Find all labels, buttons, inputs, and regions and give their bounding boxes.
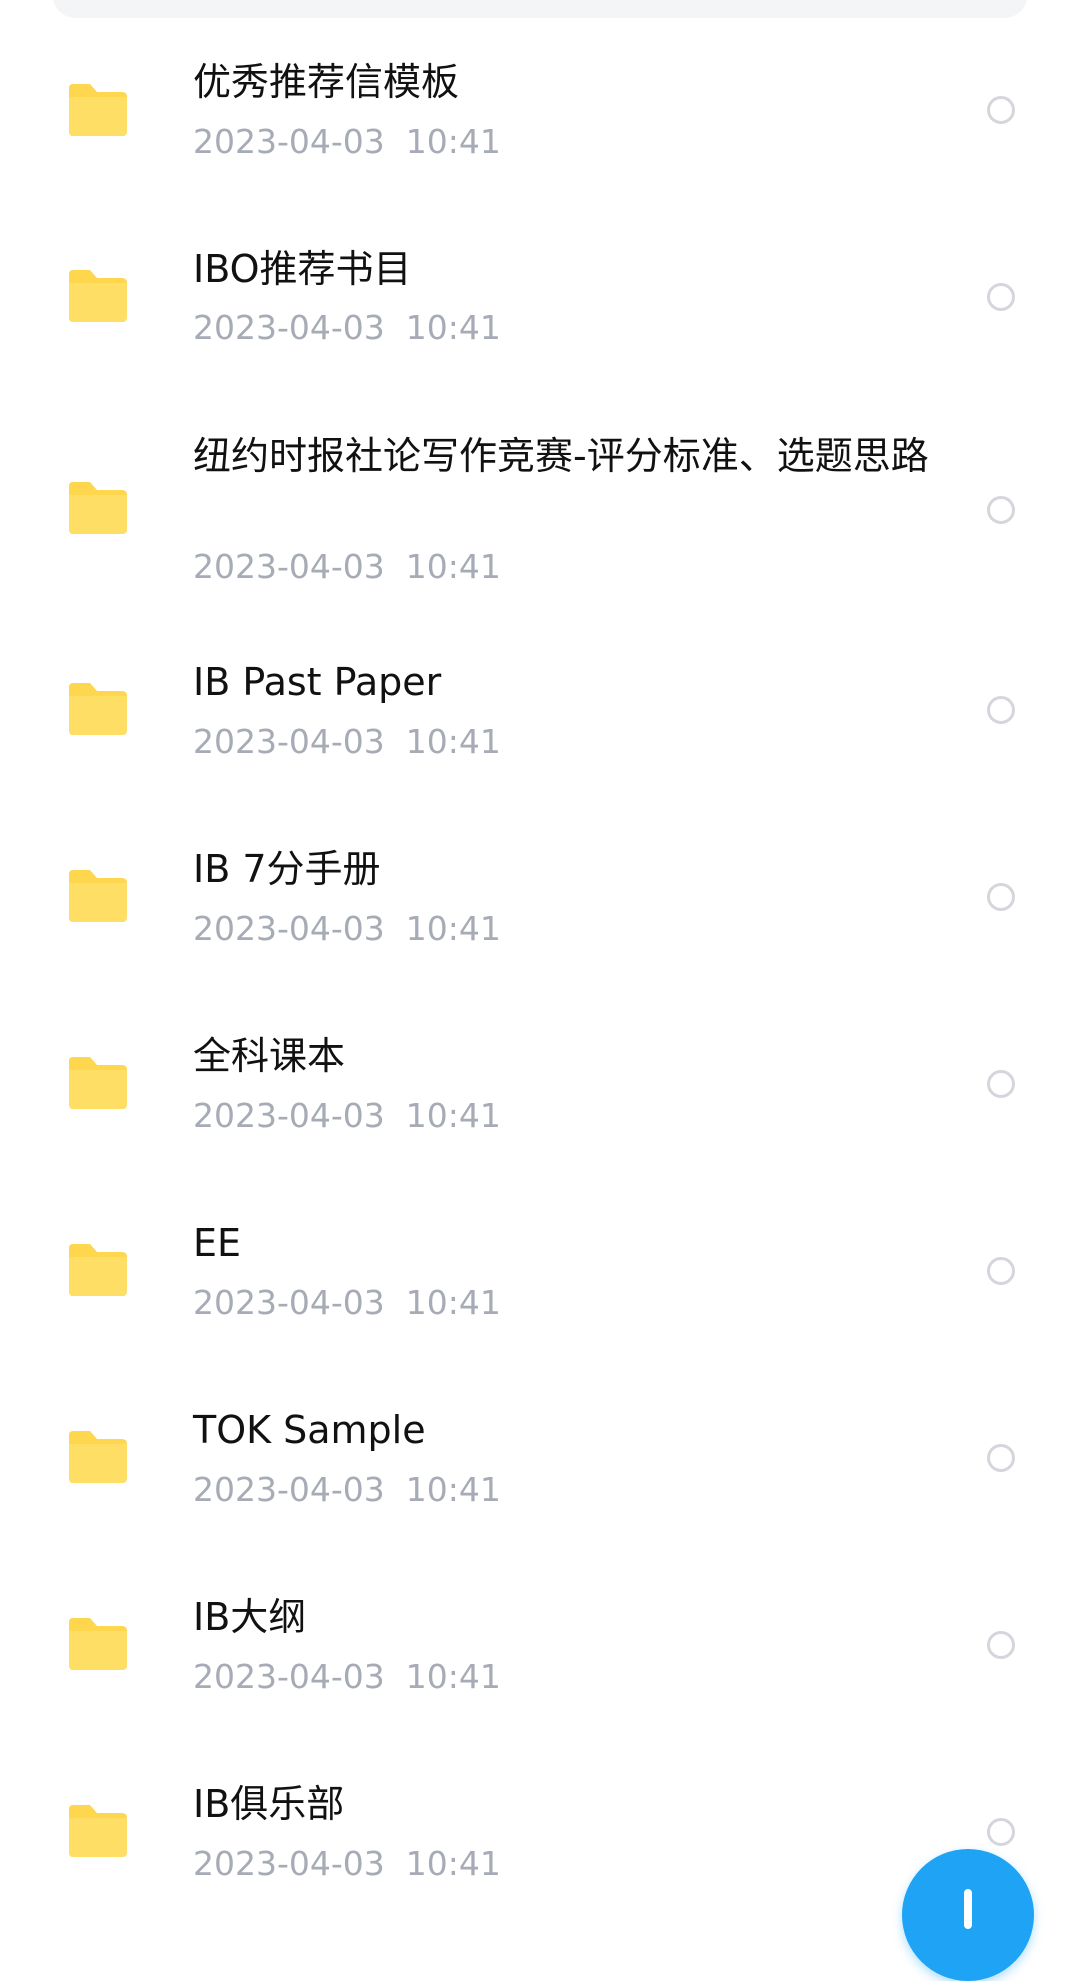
file-time: 10:41	[405, 1096, 501, 1135]
folder-icon	[66, 1431, 127, 1483]
folder-icon	[66, 270, 127, 322]
file-list: 优秀推荐信模板 2023-04-03 10:41 IBO推荐书目 2023-04…	[0, 0, 1080, 1898]
select-radio[interactable]	[987, 883, 1015, 911]
folder-icon	[66, 1057, 127, 1109]
file-name: IB大纲	[193, 1595, 307, 1639]
folder-icon	[66, 1244, 127, 1296]
file-time: 10:41	[405, 1470, 501, 1509]
file-name: 全科课本	[193, 1034, 346, 1078]
select-radio[interactable]	[987, 696, 1015, 724]
file-date-time: 2023-04-03 10:41	[193, 1096, 501, 1136]
select-radio[interactable]	[987, 283, 1015, 311]
file-time: 10:41	[405, 547, 501, 586]
folder-icon	[66, 1618, 127, 1670]
select-radio[interactable]	[987, 1818, 1015, 1846]
select-radio[interactable]	[987, 1257, 1015, 1285]
file-time: 10:41	[405, 1657, 501, 1696]
file-date: 2023-04-03	[193, 1657, 385, 1696]
file-time: 10:41	[405, 722, 501, 761]
file-date: 2023-04-03	[193, 909, 385, 948]
file-name: 纽约时报社论写作竞赛-评分标准、选题思路	[193, 434, 929, 478]
file-name: 优秀推荐信模板	[193, 60, 460, 104]
plus-icon	[964, 1889, 972, 1929]
file-date-time: 2023-04-03 10:41	[193, 1657, 501, 1697]
file-time: 10:41	[405, 308, 501, 347]
file-name: IB Past Paper	[193, 660, 442, 704]
file-date-time: 2023-04-03 10:41	[193, 308, 501, 348]
file-time: 10:41	[405, 909, 501, 948]
file-date: 2023-04-03	[193, 1470, 385, 1509]
file-date: 2023-04-03	[193, 122, 385, 161]
file-name: EE	[193, 1221, 242, 1265]
file-date-time: 2023-04-03 10:41	[193, 1283, 501, 1323]
file-time: 10:41	[405, 1283, 501, 1322]
file-date: 2023-04-03	[193, 547, 385, 586]
file-time: 10:41	[405, 122, 501, 161]
file-date-time: 2023-04-03 10:41	[193, 547, 501, 587]
file-date: 2023-04-03	[193, 722, 385, 761]
file-time: 10:41	[405, 1844, 501, 1883]
file-date: 2023-04-03	[193, 1844, 385, 1883]
select-radio[interactable]	[987, 496, 1015, 524]
file-date: 2023-04-03	[193, 308, 385, 347]
file-date-time: 2023-04-03 10:41	[193, 1470, 501, 1510]
folder-icon	[66, 1805, 127, 1857]
select-radio[interactable]	[987, 1631, 1015, 1659]
file-date: 2023-04-03	[193, 1096, 385, 1135]
file-name: IBO推荐书目	[193, 247, 412, 291]
file-name: IB 7分手册	[193, 847, 381, 891]
folder-icon	[66, 482, 127, 534]
file-date-time: 2023-04-03 10:41	[193, 1844, 501, 1884]
file-date: 2023-04-03	[193, 1283, 385, 1322]
file-name: IB俱乐部	[193, 1782, 345, 1826]
select-radio[interactable]	[987, 1444, 1015, 1472]
folder-icon	[66, 84, 127, 136]
file-date-time: 2023-04-03 10:41	[193, 909, 501, 949]
select-radio[interactable]	[987, 96, 1015, 124]
select-radio[interactable]	[987, 1070, 1015, 1098]
folder-icon	[66, 870, 127, 922]
add-button[interactable]	[902, 1849, 1034, 1981]
file-name: TOK Sample	[193, 1408, 426, 1452]
file-date-time: 2023-04-03 10:41	[193, 122, 501, 162]
folder-icon	[66, 683, 127, 735]
file-date-time: 2023-04-03 10:41	[193, 722, 501, 762]
